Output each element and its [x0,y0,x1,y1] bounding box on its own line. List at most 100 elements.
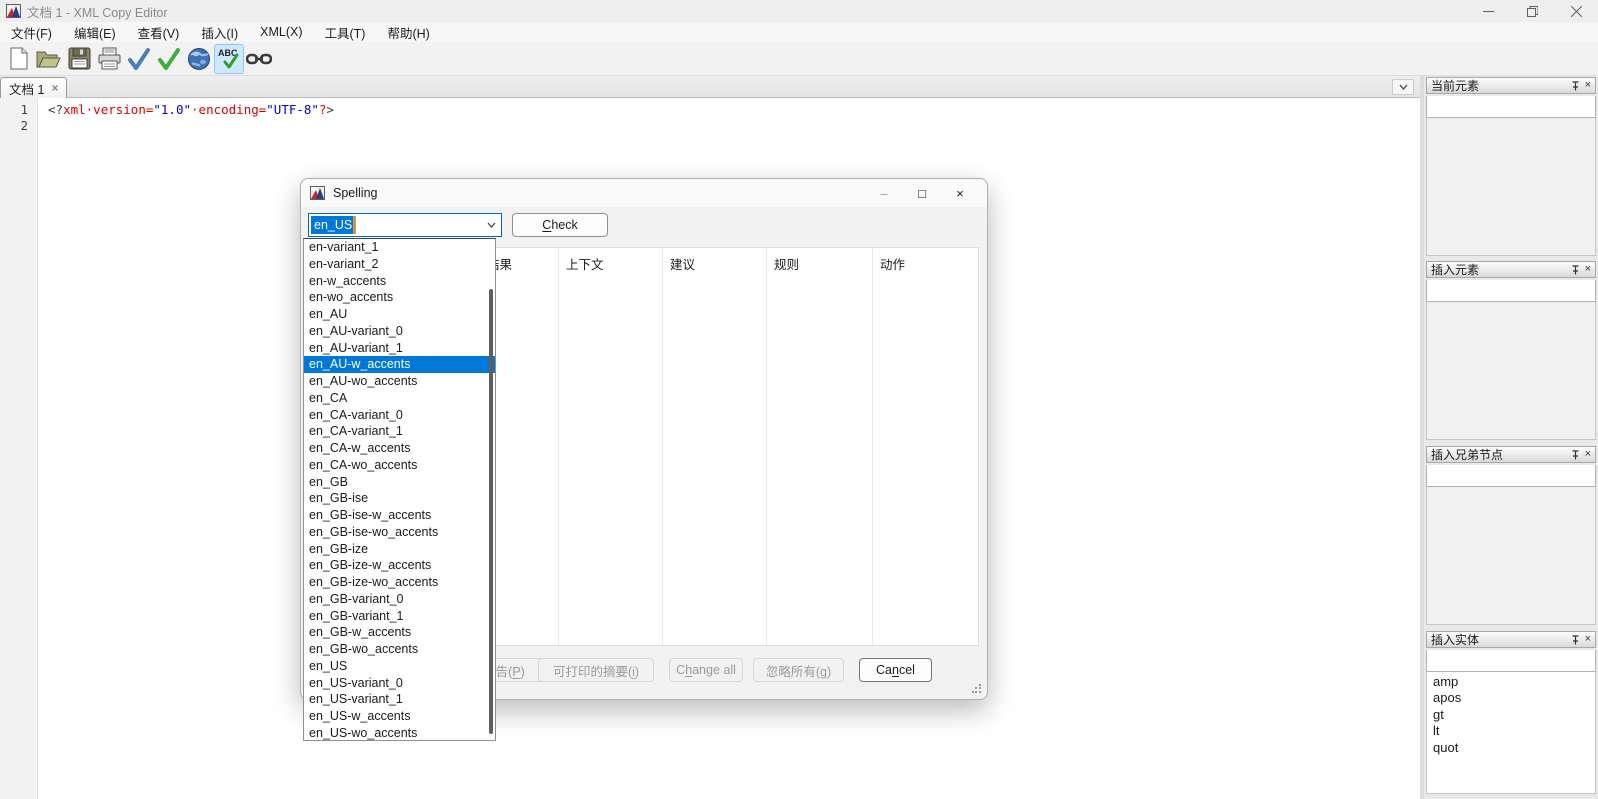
dropdown-item[interactable]: en_US-variant_0 [304,675,495,692]
restore-button[interactable] [1510,0,1554,22]
dropdown-item[interactable]: en_GB-ise-wo_accents [304,524,495,541]
dialog-minimize-button[interactable]: – [865,186,903,201]
entity-item[interactable]: lt [1433,723,1595,739]
menu-item[interactable]: XML(X) [249,23,313,41]
spelling-dialog-titlebar[interactable]: Spelling – □ × [301,179,987,207]
dropdown-item[interactable]: en_US-w_accents [304,708,495,725]
panel-close-icon[interactable]: × [1585,634,1591,645]
dropdown-item[interactable]: en_AU-wo_accents [304,373,495,390]
dropdown-item[interactable]: en_GB-ise [304,490,495,507]
menu-item[interactable]: 帮助(H) [376,21,440,44]
dropdown-item[interactable]: en_GB-ize-wo_accents [304,574,495,591]
code-segment: > [326,102,335,117]
dialog-close-button[interactable]: × [941,186,979,201]
resize-grip[interactable] [972,684,982,694]
minimize-button[interactable] [1466,0,1510,22]
printable-summary-button[interactable]: 可打印的摘要(i) [538,658,654,682]
results-table: 结果 上下文 建议 规则 动作 [479,247,979,646]
menu-item[interactable]: 插入(I) [190,21,249,44]
tabbar: 文档 1 × [0,76,1420,98]
change-all-button[interactable]: Change all [669,658,743,682]
globe-button[interactable] [184,44,214,74]
dropdown-item[interactable]: en_GB-w_accents [304,624,495,641]
code-segment: ·encoding= [191,102,267,117]
pin-icon[interactable] [1571,264,1580,275]
entity-item[interactable]: gt [1433,707,1595,723]
close-button[interactable] [1554,0,1598,22]
code-segment: "1.0" [153,102,192,117]
insert-sibling-field[interactable] [1426,465,1596,487]
dropdown-item[interactable]: en_GB-wo_accents [304,641,495,658]
dropdown-item[interactable]: en_GB-ise-w_accents [304,507,495,524]
save-button[interactable] [64,44,94,74]
insert-element-list[interactable] [1426,302,1596,440]
pin-icon[interactable] [1571,449,1580,460]
dropdown-item[interactable]: en_AU-variant_0 [304,323,495,340]
table-column-header[interactable]: 规则 [767,248,873,645]
check-wellformed-button[interactable] [124,44,154,74]
panel-title: 插入实体 [1431,633,1480,647]
dropdown-item[interactable]: en_US-variant_1 [304,691,495,708]
menu-item[interactable]: 文件(F) [0,21,63,44]
current-element-list[interactable] [1426,118,1596,256]
dialog-maximize-button[interactable]: □ [903,186,941,201]
dropdown-item[interactable]: en_CA-w_accents [304,440,495,457]
dropdown-item[interactable]: en_US-wo_accents [304,725,495,742]
table-column-header[interactable]: 动作 [873,248,978,645]
menu-item[interactable]: 编辑(E) [63,21,127,44]
pin-icon[interactable] [1571,634,1580,645]
tab-document-1[interactable]: 文档 1 × [0,77,68,98]
print-button[interactable] [94,44,124,74]
panel-close-icon[interactable]: × [1585,264,1591,275]
tab-overflow-chevron-down-icon[interactable] [1392,79,1414,95]
entity-item[interactable]: amp [1433,674,1595,690]
pin-icon[interactable] [1571,80,1580,91]
language-combo[interactable]: en_US [308,213,502,237]
panel-close-icon[interactable]: × [1585,449,1591,460]
validate-button[interactable] [154,44,184,74]
code-segment: xml·version= [63,102,154,117]
dropdown-item[interactable]: en_GB-ize-w_accents [304,557,495,574]
tab-close-icon[interactable]: × [51,81,58,95]
open-folder-button[interactable] [34,44,64,74]
dropdown-item[interactable]: en-wo_accents [304,289,495,306]
dropdown-item[interactable]: en_AU [304,306,495,323]
ignore-all-button[interactable]: 忽略所有(g) [753,658,844,682]
table-column-header[interactable]: 上下文 [559,248,663,645]
dropdown-item[interactable]: en_AU-variant_1 [304,340,495,357]
insert-sibling-list[interactable] [1426,487,1596,625]
dropdown-item[interactable]: en_US [304,658,495,675]
new-document-button[interactable] [4,44,34,74]
panel-close-icon[interactable]: × [1585,80,1591,91]
entity-item[interactable]: quot [1433,740,1595,756]
dropdown-item[interactable]: en_CA-variant_0 [304,407,495,424]
menu-item[interactable]: 工具(T) [314,21,377,44]
dropdown-item[interactable]: en_AU-w_accents [304,356,495,373]
panel-header: 插入兄弟节点 × [1426,446,1596,463]
current-element-field[interactable] [1426,96,1596,118]
dropdown-item[interactable]: en_GB-variant_1 [304,608,495,625]
dropdown-scrollbar-thumb[interactable] [489,289,493,734]
insert-entity-field[interactable] [1426,650,1596,672]
table-column-header[interactable]: 建议 [663,248,767,645]
dropdown-item[interactable]: en_GB-variant_0 [304,591,495,608]
entity-item[interactable]: apos [1433,690,1595,706]
panel-insert-sibling: 插入兄弟节点 × [1426,446,1596,627]
dropdown-item[interactable]: en-variant_2 [304,256,495,273]
dropdown-item[interactable]: en_GB [304,474,495,491]
spellcheck-button[interactable]: ABC [214,43,244,74]
dropdown-item[interactable]: en_GB-ize [304,541,495,558]
combo-chevron-down-icon[interactable] [481,214,501,236]
menu-item[interactable]: 查看(V) [127,21,191,44]
dropdown-item[interactable]: en_CA-wo_accents [304,457,495,474]
protect-tags-button[interactable] [244,44,274,74]
panel-insert-entity: 插入实体 × amp apos gt lt quot [1426,631,1596,797]
dropdown-item[interactable]: en_CA-variant_1 [304,423,495,440]
panel-current-element: 当前元素 × [1426,77,1596,258]
insert-element-field[interactable] [1426,280,1596,302]
dropdown-item[interactable]: en-variant_1 [304,239,495,256]
dropdown-item[interactable]: en-w_accents [304,273,495,290]
cancel-button[interactable]: Cancel [859,658,932,682]
check-button[interactable]: Check [512,213,608,237]
dropdown-item[interactable]: en_CA [304,390,495,407]
